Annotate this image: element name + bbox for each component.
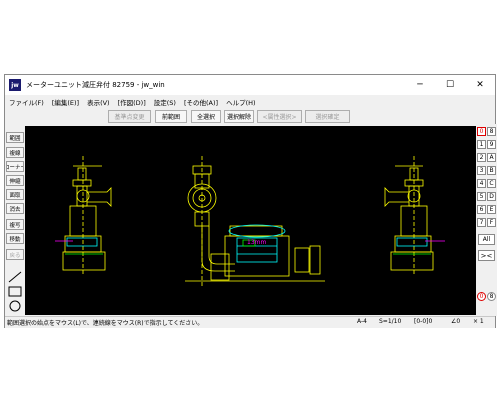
status-scale[interactable]: S=1/10 [379,318,401,325]
window-title: メーターユニット減圧弁付 82759 - jw_win [26,81,165,89]
layer-7-button[interactable]: 7 [477,218,486,227]
menu-edit[interactable]: [編集(E)] [52,97,79,107]
status-layer[interactable]: [0-0]0 [414,318,432,325]
status-paper-size[interactable]: A-4 [357,318,367,325]
cad-drawing: 13mm [55,156,445,286]
draw-tools-icons[interactable] [6,270,24,314]
layer-1-button[interactable]: 1 [477,140,486,149]
menu-bar: ファイル(F) [編集(E)] 表示(V) [作図(D)] 設定(S) [その他… [5,95,495,108]
base-point-change-button[interactable]: 基準点変更 [108,110,151,123]
title-bar[interactable]: jw メーターユニット減圧弁付 82759 - jw_win ─ ☐ ✕ [5,75,495,95]
layer-6-button[interactable]: 6 [477,205,486,214]
status-zoom[interactable]: × 1 [473,318,484,325]
app-window: jw メーターユニット減圧弁付 82759 - jw_win ─ ☐ ✕ ファイ… [4,74,497,328]
tool-undo[interactable]: 戻る [6,249,24,260]
status-message: 範囲選択の始点をマウス(L)で、連続線をマウス(R)で指示してください。 [7,320,204,327]
layer-8-button[interactable]: 8 [487,127,496,136]
tool-copy[interactable]: 複写 [6,219,24,230]
tool-parallel-line[interactable]: 複線 [6,147,24,158]
layer-group-8-button[interactable]: 8 [487,292,496,301]
dimension-label: 13mm [247,239,266,246]
layer-d-button[interactable]: D [487,192,496,201]
app-icon: jw [9,79,21,91]
layer-5-button[interactable]: 5 [477,192,486,201]
status-angle[interactable]: ∠0 [451,318,460,325]
attribute-select-button[interactable]: <属性選択> [257,110,302,123]
layer-group-0-button[interactable]: 0 [477,292,486,301]
close-button[interactable]: ✕ [465,75,495,95]
menu-settings[interactable]: 設定(S) [154,97,176,107]
menu-file[interactable]: ファイル(F) [9,97,44,107]
layer-3-button[interactable]: 3 [477,166,486,175]
layer-b-button[interactable]: B [487,166,496,175]
selection-toolbar: 基準点変更 前範囲 全選択 選択解除 <属性選択> 選択確定 [5,108,495,124]
tool-extend[interactable]: 伸縮 [6,175,24,186]
layer-c-button[interactable]: C [487,179,496,188]
tool-erase[interactable]: 消去 [6,203,24,214]
tool-chamfer[interactable]: 面取 [6,189,24,200]
drawing-canvas[interactable]: 13mm [25,126,476,315]
menu-help[interactable]: ヘルプ(H) [226,97,255,107]
tool-range[interactable]: 範囲 [6,132,24,143]
tool-move[interactable]: 移動 [6,233,24,244]
confirm-selection-button[interactable]: 選択確定 [305,110,350,123]
layer-0-button[interactable]: 0 [477,127,486,136]
status-bar: 範囲選択の始点をマウス(L)で、連続線をマウス(R)で指示してください。 A-4… [5,316,495,328]
layer-2-button[interactable]: 2 [477,153,486,162]
prev-range-button[interactable]: 前範囲 [155,110,187,123]
layer-all-button[interactable]: All [478,234,495,245]
cancel-selection-button[interactable]: 選択解除 [224,110,254,123]
select-all-button[interactable]: 全選択 [191,110,221,123]
left-tool-panel: 範囲 複線 コーナー 伸縮 面取 消去 複写 移動 戻る [5,124,25,316]
tool-corner[interactable]: コーナー [6,161,24,172]
layer-panel: 0 8 1 9 2 A 3 B 4 C 5 D 6 E 7 F All >< 0… [476,124,497,316]
layer-invert-icon[interactable]: >< [478,250,495,261]
menu-view[interactable]: 表示(V) [87,97,110,107]
menu-draw[interactable]: [作図(D)] [118,97,146,107]
layer-9-button[interactable]: 9 [487,140,496,149]
layer-a-button[interactable]: A [487,153,496,162]
layer-e-button[interactable]: E [487,205,496,214]
layer-f-button[interactable]: F [487,218,496,227]
layer-4-button[interactable]: 4 [477,179,486,188]
minimize-button[interactable]: ─ [405,75,435,95]
menu-other[interactable]: [その他(A)] [184,97,218,107]
maximize-button[interactable]: ☐ [435,75,465,95]
